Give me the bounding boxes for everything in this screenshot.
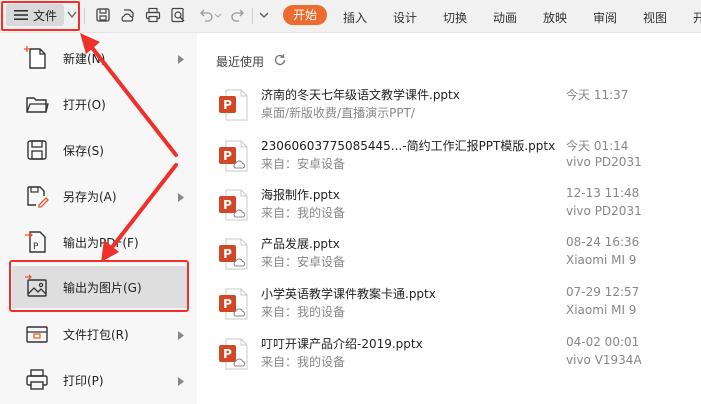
export-pdf-icon: P [24, 229, 50, 255]
recent-file-row[interactable]: P 23060603775085445...-简约工作汇报PPT模版.pptx … [197, 137, 701, 185]
menu-item-label: 新建(N) [63, 51, 106, 66]
tab-transition[interactable]: 切换 [443, 9, 467, 26]
submenu-arrow-icon [178, 53, 184, 67]
svg-text:P: P [223, 198, 232, 212]
menu-item-label: 打印(P) [63, 373, 104, 388]
tab-more[interactable]: 开 [693, 9, 701, 26]
save-as-icon [24, 183, 50, 209]
file-source: 来自：安卓设备 [261, 157, 346, 171]
svg-text:P: P [223, 347, 232, 361]
pptx-file-icon: P [218, 238, 248, 273]
save-icon [24, 137, 50, 163]
menu-item-open[interactable]: 打开(O) [12, 83, 188, 125]
submenu-arrow-icon [178, 191, 184, 205]
tab-review[interactable]: 审阅 [593, 9, 617, 26]
menu-item-label: 输出为PDF(F) [63, 235, 139, 250]
file-source: 来自：安卓设备 [261, 255, 346, 269]
menu-item-label: 打开(O) [63, 97, 106, 112]
file-source: 桌面/新版收费/直播演示PPT/ [261, 106, 415, 120]
recent-files-panel: 最近使用 P 济南的冬天七年级语文教学课件.pptx 桌面/新版收费/直播演示P… [197, 33, 701, 404]
file-name: 小学英语教学课件教案卡通.pptx [261, 287, 436, 301]
menu-item-label: 另存为(A) [63, 189, 117, 204]
file-name: 产品发展.pptx [261, 237, 340, 251]
dropdown-arrow-icon[interactable] [259, 7, 269, 23]
menu-item-new[interactable]: 新建(N) [12, 37, 188, 79]
file-device: Xiaomi MI 9 [566, 253, 637, 267]
menu-item-save-as[interactable]: 另存为(A) [12, 175, 188, 217]
file-name: 海报制作.pptx [261, 188, 340, 202]
tab-view[interactable]: 视图 [643, 9, 667, 26]
pptx-file-icon: P [218, 338, 248, 373]
file-device: vivo V1934A [566, 353, 642, 367]
save-icon[interactable] [95, 7, 111, 23]
toolbar-divider [252, 8, 253, 24]
menu-item-label: 保存(S) [63, 143, 104, 158]
file-name: 23060603775085445...-简约工作汇报PPT模版.pptx [261, 139, 556, 153]
print-icon [24, 367, 50, 393]
menu-item-export-pdf[interactable]: P 输出为PDF(F) [12, 221, 188, 263]
menu-item-print[interactable]: 打印(P) [12, 359, 188, 401]
tab-insert[interactable]: 插入 [343, 9, 367, 26]
tab-design[interactable]: 设计 [393, 9, 417, 26]
highlight-box-export-image [9, 260, 189, 312]
file-device: vivo PD2031 [566, 155, 642, 169]
svg-text:P: P [223, 297, 232, 311]
file-time: 今天 11:37 [566, 88, 629, 102]
undo-icon[interactable] [198, 7, 214, 23]
recent-title: 最近使用 [216, 55, 265, 69]
file-source: 来自：我的设备 [261, 206, 346, 220]
toolbar-divider [84, 8, 85, 24]
print-icon[interactable] [145, 7, 161, 23]
file-device: vivo PD2031 [566, 204, 642, 218]
file-name: 济南的冬天七年级语文教学课件.pptx [261, 88, 460, 102]
tab-animation[interactable]: 动画 [493, 9, 517, 26]
top-toolbar: 文件 开始 插入 设计 切换 动画 放映 审阅 视图 开 [0, 0, 701, 33]
recent-file-row[interactable]: P 产品发展.pptx 来自：安卓设备 08-24 16:36 Xiaomi M… [197, 235, 701, 283]
file-time: 07-29 12:57 [566, 285, 640, 299]
menu-item-label: 文件打包(R) [63, 327, 129, 342]
recent-file-row[interactable]: P 叮叮开课产品介绍-2019.pptx 来自：我的设备 04-02 00:01… [197, 335, 701, 383]
undo-dropdown-icon[interactable] [214, 7, 222, 23]
recent-file-row[interactable]: P 海报制作.pptx 来自：我的设备 12-13 11:48 vivo PD2… [197, 186, 701, 234]
submenu-arrow-icon [178, 375, 184, 389]
tab-slideshow[interactable]: 放映 [543, 9, 567, 26]
svg-text:P: P [223, 98, 232, 112]
file-name: 叮叮开课产品介绍-2019.pptx [261, 337, 423, 351]
menu-item-package[interactable]: 文件打包(R) [12, 313, 188, 355]
pptx-file-icon: P [218, 189, 248, 224]
file-menu-panel: 新建(N) 打开(O) 保存(S) 另存为(A) P 输出为PDF(F) 输出为… [0, 33, 197, 404]
pptx-file-icon: P [218, 89, 248, 124]
refresh-icon[interactable] [273, 53, 287, 70]
redo-icon[interactable] [230, 7, 246, 23]
file-time: 08-24 16:36 [566, 235, 640, 249]
print-preview-icon[interactable] [170, 7, 186, 23]
file-source: 来自：我的设备 [261, 355, 346, 369]
cloud-save-icon[interactable] [120, 7, 136, 23]
recent-file-row[interactable]: P 济南的冬天七年级语文教学课件.pptx 桌面/新版收费/直播演示PPT/ 今… [197, 86, 701, 134]
file-time: 12-13 11:48 [566, 186, 640, 200]
svg-text:P: P [223, 149, 232, 163]
recent-file-row[interactable]: P 小学英语教学课件教案卡通.pptx 来自：我的设备 07-29 12:57 … [197, 285, 701, 333]
folder-open-icon [24, 91, 50, 117]
svg-text:P: P [33, 242, 39, 252]
file-device: Xiaomi MI 9 [566, 303, 637, 317]
package-icon [24, 321, 50, 347]
new-file-icon [24, 45, 50, 71]
submenu-arrow-icon [178, 329, 184, 343]
file-time: 今天 01:14 [566, 139, 629, 153]
pptx-file-icon: P [218, 140, 248, 175]
svg-text:P: P [223, 247, 232, 261]
tab-start[interactable]: 开始 [283, 5, 327, 25]
highlight-box-file [1, 1, 80, 31]
menu-item-save[interactable]: 保存(S) [12, 129, 188, 171]
pptx-file-icon: P [218, 288, 248, 323]
file-time: 04-02 00:01 [566, 335, 640, 349]
file-source: 来自：我的设备 [261, 305, 346, 319]
